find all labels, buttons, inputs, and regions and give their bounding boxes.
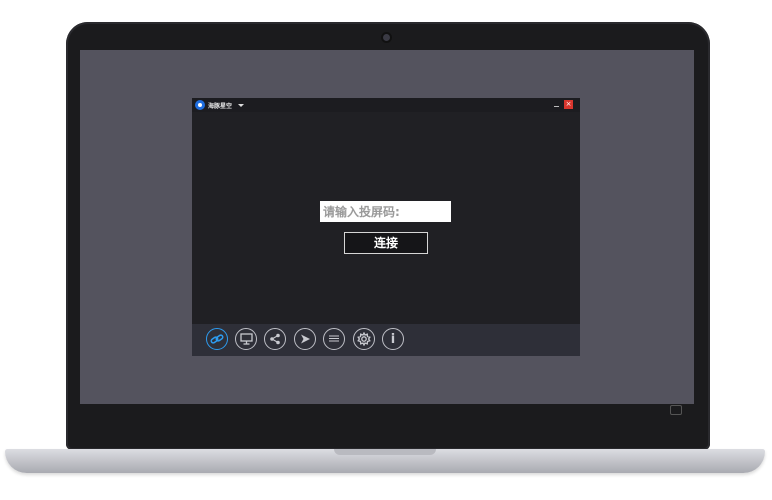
close-button[interactable]: × xyxy=(564,100,573,109)
minimize-button[interactable] xyxy=(553,101,561,109)
send-button[interactable] xyxy=(294,328,316,350)
monitor-icon xyxy=(239,333,253,345)
link-button[interactable] xyxy=(206,328,228,350)
about-button[interactable]: i xyxy=(382,328,404,350)
screen-cast-window: 海豚星空 × 连接 xyxy=(192,98,580,356)
info-icon: i xyxy=(390,331,396,347)
connect-button[interactable]: 连接 xyxy=(344,232,428,254)
send-icon xyxy=(299,333,311,345)
app-logo-icon xyxy=(195,100,205,110)
link-icon xyxy=(210,332,224,346)
adb-icon xyxy=(327,333,341,346)
bottom-toolbar: i xyxy=(192,324,580,356)
status-indicator xyxy=(670,405,682,415)
share-icon xyxy=(269,333,281,345)
dropdown-arrow-icon[interactable] xyxy=(238,103,245,107)
screen-mirror-button[interactable] xyxy=(235,328,257,350)
settings-button[interactable] xyxy=(353,328,375,350)
screen-code-input[interactable] xyxy=(320,201,451,222)
laptop-base-notch xyxy=(334,449,436,455)
title-bar[interactable]: 海豚星空 xyxy=(192,98,580,112)
share-button[interactable] xyxy=(264,328,286,350)
webcam-icon xyxy=(383,34,390,41)
adb-button[interactable] xyxy=(323,328,345,350)
gear-icon xyxy=(357,332,371,346)
app-title: 海豚星空 xyxy=(208,102,233,110)
